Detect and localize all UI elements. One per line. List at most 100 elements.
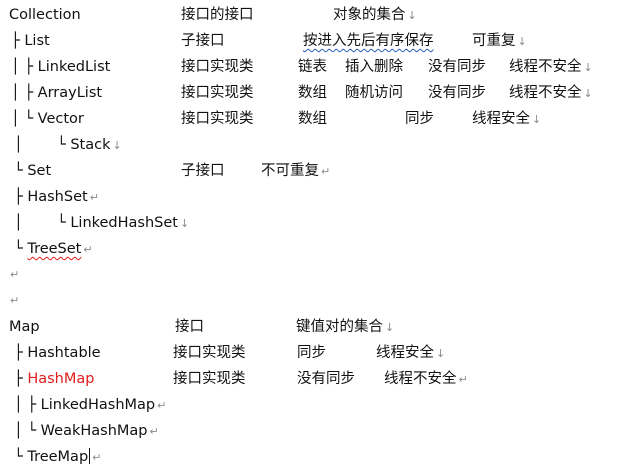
paragraph-mark: ↵ — [149, 425, 159, 438]
linkedhashset-tree-label-text: └ LinkedHashSet — [57, 215, 178, 231]
linkedlist-structure: 链表 — [298, 59, 327, 75]
hashtable-tree-label: ├ Hashtable — [14, 345, 101, 361]
list-duplicates-text: 可重复 — [472, 33, 516, 49]
linkedlist-sync: 没有同步 — [428, 59, 486, 75]
hashtable-row: ├ Hashtable 接口实现类 同步 线程安全 ↓ — [0, 340, 625, 366]
linkedhashmap-tree-label-text: │ ├ LinkedHashMap — [14, 397, 156, 413]
line-break-mark: ↓ — [385, 321, 395, 334]
line-break-mark: ↓ — [583, 87, 593, 100]
arraylist-thread-safety: 线程不安全 ↓ — [509, 80, 593, 107]
vector-thread-safety-text: 线程安全 — [472, 111, 530, 127]
hashset-row: ├ HashSet ↵ — [0, 184, 625, 210]
paragraph-mark: ↵ — [321, 165, 331, 178]
document-body[interactable]: Collection 接口的接口 对象的集合 ↓ ├ List 子接口 按进入先后… — [0, 0, 625, 472]
set-uniqueness: 不可重复 ↵ — [261, 158, 330, 185]
vector-row: │ └ Vector 接口实现类 数组 同步 线程安全 ↓ — [0, 106, 625, 132]
linkedhashset-row: │ └ LinkedHashSet ↓ — [0, 210, 625, 236]
linkedlist-thread-safety: 线程不安全 ↓ — [509, 54, 593, 81]
line-break-mark: ↓ — [436, 347, 446, 360]
linkedhashmap-tree-label: │ ├ LinkedHashMap ↵ — [14, 392, 166, 419]
line-break-mark: ↓ — [532, 113, 542, 126]
collection-description: 对象的集合 ↓ — [333, 2, 417, 29]
map-title: Map — [9, 319, 40, 335]
set-uniqueness-text: 不可重复 — [261, 163, 319, 179]
line-break-mark: ↓ — [407, 9, 417, 22]
hashset-tree-label-text: ├ HashSet — [14, 189, 88, 205]
line-break-mark: ↓ — [112, 139, 122, 152]
hashmap-row: ├ HashMap 接口实现类 没有同步 线程不安全 ↵ — [0, 366, 625, 392]
linkedlist-tree-label: │ ├ LinkedList — [11, 59, 111, 75]
collection-description-text: 对象的集合 — [333, 7, 406, 23]
map-description: 键值对的集合 ↓ — [296, 314, 394, 341]
paragraph-mark: ↵ — [157, 399, 167, 412]
treemap-tree-label-text: └ TreeMap — [14, 449, 89, 465]
weakhashmap-tree-label-text: │ └ WeakHashMap — [14, 423, 148, 439]
linkedlist-row: │ ├ LinkedList 接口实现类 链表 插入删除 没有同步 线程不安全 ↓ — [0, 54, 625, 80]
treemap-row: └ TreeMap ↵ — [0, 444, 625, 470]
paragraph-mark: ↵ — [10, 294, 20, 307]
hashmap-sync: 没有同步 — [297, 371, 355, 387]
hashmap-kind: 接口实现类 — [173, 371, 246, 387]
paragraph-mark: ↵ — [83, 243, 93, 256]
vector-tree-label: │ └ Vector — [11, 111, 84, 127]
arraylist-row: │ ├ ArrayList 接口实现类 数组 随机访问 没有同步 线程不安全 ↓ — [0, 80, 625, 106]
weakhashmap-tree-label: │ └ WeakHashMap ↵ — [14, 418, 159, 445]
collection-kind: 接口的接口 — [181, 7, 254, 23]
empty-paragraph: ↵ — [0, 288, 625, 314]
paragraph-mark: ↵ — [458, 373, 468, 386]
vector-structure: 数组 — [298, 111, 327, 127]
hashmap-tree-label: ├ HashMap — [14, 366, 94, 392]
text-cursor — [89, 448, 91, 464]
tree-connector: │ — [14, 215, 23, 231]
collection-title: Collection — [9, 7, 81, 23]
collection-row: Collection 接口的接口 对象的集合 ↓ — [0, 2, 625, 28]
arraylist-structure: 数组 — [298, 85, 327, 101]
arraylist-strength: 随机访问 — [345, 85, 403, 101]
list-row: ├ List 子接口 按进入先后有序保存 可重复 ↓ — [0, 28, 625, 54]
map-description-text: 键值对的集合 — [296, 319, 383, 335]
arraylist-thread-safety-text: 线程不安全 — [509, 85, 582, 101]
arraylist-sync: 没有同步 — [428, 85, 486, 101]
hashtable-thread-safety: 线程安全 ↓ — [376, 340, 445, 367]
paragraph-mark: ↵ — [89, 191, 99, 204]
list-duplicates: 可重复 ↓ — [472, 28, 527, 55]
stack-row: │ └ Stack ↓ — [0, 132, 625, 158]
hashset-tree-label: ├ HashSet ↵ — [14, 184, 99, 211]
map-kind: 接口 — [175, 319, 204, 335]
stack-tree-label-text: └ Stack — [57, 137, 111, 153]
paragraph-mark: ↵ — [92, 451, 102, 464]
treeset-tree-prefix: └ — [14, 241, 28, 257]
arraylist-tree-label: │ ├ ArrayList — [11, 85, 103, 101]
linkedlist-strength: 插入删除 — [345, 59, 403, 75]
tree-connector: │ — [14, 137, 23, 153]
hashtable-sync: 同步 — [297, 345, 326, 361]
list-order-description: 按进入先后有序保存 — [303, 33, 434, 49]
hashtable-kind: 接口实现类 — [173, 345, 246, 361]
list-kind: 子接口 — [181, 33, 225, 49]
line-break-mark: ↓ — [517, 35, 527, 48]
hashtable-thread-safety-text: 线程安全 — [376, 345, 434, 361]
line-break-mark: ↓ — [583, 61, 593, 74]
paragraph-mark: ↵ — [10, 268, 20, 281]
linkedlist-kind: 接口实现类 — [181, 59, 254, 75]
treeset-name: TreeSet — [27, 241, 82, 257]
linkedhashset-tree-label: └ LinkedHashSet ↓ — [57, 210, 189, 237]
line-break-mark: ↓ — [179, 217, 190, 230]
set-tree-label: └ Set — [14, 163, 52, 179]
map-row: Map 接口 键值对的集合 ↓ — [0, 314, 625, 340]
hashmap-thread-safety: 线程不安全 ↵ — [384, 366, 468, 393]
empty-paragraph: ↵ — [0, 262, 625, 288]
stack-tree-label: └ Stack ↓ — [57, 132, 122, 159]
treemap-tree-label: └ TreeMap ↵ — [14, 444, 101, 471]
vector-kind: 接口实现类 — [181, 111, 254, 127]
weakhashmap-row: │ └ WeakHashMap ↵ — [0, 418, 625, 444]
hashmap-thread-safety-text: 线程不安全 — [384, 371, 457, 387]
hashmap-name: HashMap — [27, 371, 95, 387]
hashmap-tree-prefix: ├ — [14, 371, 28, 387]
linkedhashmap-row: │ ├ LinkedHashMap ↵ — [0, 392, 625, 418]
arraylist-kind: 接口实现类 — [181, 85, 254, 101]
linkedlist-thread-safety-text: 线程不安全 — [509, 59, 582, 75]
set-kind: 子接口 — [181, 163, 225, 179]
vector-sync: 同步 — [405, 111, 434, 127]
treeset-tree-label: └ TreeSet ↵ — [14, 236, 93, 263]
